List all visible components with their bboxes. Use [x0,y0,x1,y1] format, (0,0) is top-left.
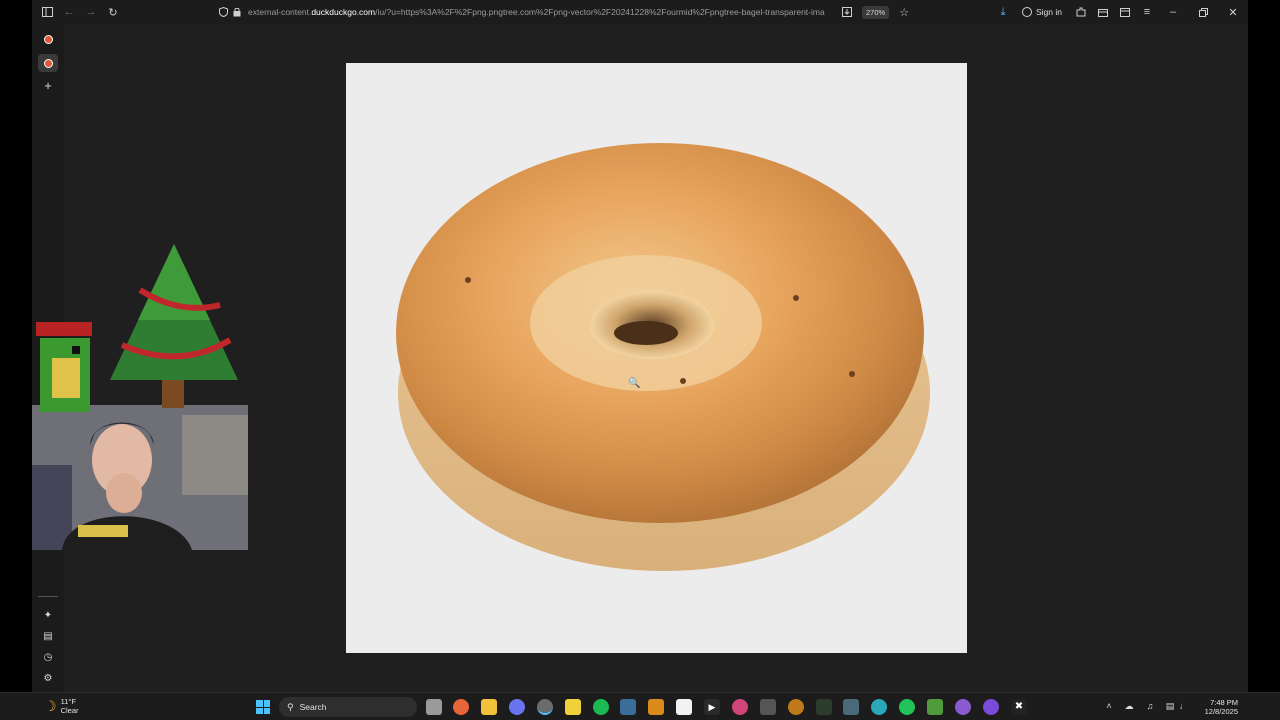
app-dark-icon[interactable] [816,699,832,715]
app-slate-icon[interactable] [843,699,859,715]
webcam-overlay [32,405,248,550]
microphone-icon[interactable]: ♫ [1145,701,1155,711]
weather-temp: 11°F [60,697,76,706]
browser-toolbar: ← → ↻ external-content.duckduckgo.com/iu… [32,0,1248,24]
sidebar-toggle-icon[interactable] [36,0,58,24]
bagel-image[interactable] [346,63,967,653]
start-button[interactable] [256,700,270,714]
moon-icon: ☽ [44,697,57,714]
app-teal-icon[interactable] [871,699,887,715]
task-view-icon[interactable] [426,699,442,715]
windows-taskbar: ☽ 11°F Clear ⚲ Search ▶ ✖ ˄ ☁ ♫ ▤ ♩ 7:48… [0,692,1280,720]
pixel-art-dragon-decoration [32,318,102,416]
url-text: external-content.duckduckgo.com/iu/?u=ht… [248,7,825,17]
clock-date: 12/8/2025 [1204,707,1238,716]
wallet-icon[interactable] [1092,0,1114,24]
tab-duckduckgo-2[interactable] [38,54,58,72]
sign-in-label: Sign in [1036,7,1062,17]
app-orange-icon[interactable] [648,699,664,715]
chrome-icon[interactable] [537,699,553,715]
zoom-cursor-icon: 🔍 [628,378,641,389]
app-purple-icon[interactable] [955,699,971,715]
weather-desc: Clear [60,706,79,715]
install-page-icon[interactable] [838,0,856,24]
tab-duckduckgo-1[interactable] [38,30,58,48]
collections-icon[interactable]: ▤ [38,627,58,645]
clock-time: 7:48 PM [1210,698,1238,707]
app-white-icon[interactable] [676,699,692,715]
back-icon[interactable]: ← [58,0,80,24]
menu-icon[interactable]: ≡ [1136,0,1158,24]
extensions-icon[interactable] [1070,0,1092,24]
onedrive-icon[interactable]: ☁ [1124,701,1134,711]
file-explorer-icon[interactable] [481,699,497,715]
split-view-icon[interactable] [1114,0,1136,24]
app-green-icon[interactable] [899,699,915,715]
downloads-icon[interactable]: ⤓ [992,0,1014,24]
notes-app-icon[interactable] [565,699,581,715]
play-icon[interactable]: ▶ [704,699,720,715]
address-bar[interactable]: external-content.duckduckgo.com/iu/?u=ht… [216,3,936,21]
minimize-icon[interactable]: – [1158,0,1188,24]
app-gray-icon[interactable] [760,699,776,715]
app-violet-icon[interactable] [983,699,999,715]
toolbar-right: ⤓ Sign in ≡ – ✕ [992,0,1248,24]
firefox-icon[interactable] [453,699,469,715]
reload-icon[interactable]: ↻ [102,0,124,24]
duckduckgo-favicon-icon [43,58,53,68]
shield-icon[interactable] [216,0,230,24]
discord-icon[interactable] [509,699,525,715]
bookmark-star-icon[interactable]: ☆ [893,0,915,24]
lock-icon[interactable] [230,0,244,24]
settings-gear-icon[interactable]: ⚙ [38,669,58,687]
app-pink-icon[interactable] [732,699,748,715]
new-tab-icon[interactable]: + [38,76,58,94]
steam-icon[interactable] [620,699,636,715]
minecraft-icon[interactable] [927,699,943,715]
history-icon[interactable]: ◷ [38,648,58,666]
copilot-icon[interactable]: ✦ [38,606,58,624]
zoom-level-badge[interactable]: 270% [862,5,890,19]
sign-in-button[interactable]: Sign in [1022,7,1062,17]
close-icon[interactable]: ✕ [1218,0,1248,24]
weather-widget[interactable]: ☽ 11°F Clear [44,697,79,715]
volume-icon[interactable]: ♩ [1179,701,1189,711]
app-amber-icon[interactable] [788,699,804,715]
search-label: Search [299,702,327,712]
taskbar-search[interactable]: ⚲ Search [279,697,417,717]
app-x-icon[interactable]: ✖ [1011,699,1027,715]
duckduckgo-favicon-icon [43,34,53,44]
profile-icon [1022,7,1032,17]
restore-icon[interactable] [1188,0,1218,24]
sidebar-divider [38,596,58,597]
pixel-art-tree-decoration [100,240,248,410]
search-icon: ⚲ [287,701,294,712]
spotify-icon[interactable] [593,699,609,715]
network-icon[interactable]: ▤ [1165,701,1175,711]
tray-expand-icon[interactable]: ˄ [1104,701,1114,711]
forward-icon[interactable]: → [80,0,102,24]
system-clock[interactable]: 7:48 PM 12/8/2025 [1205,698,1238,716]
